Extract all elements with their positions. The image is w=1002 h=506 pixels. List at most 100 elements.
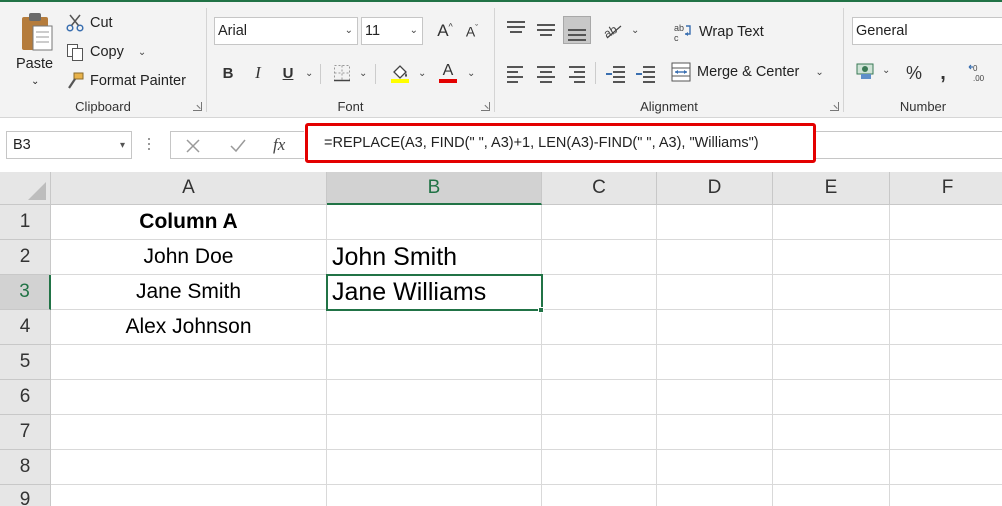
cell-b3[interactable]: Jane Williams: [327, 275, 542, 310]
font-size-select[interactable]: 11 ⌄: [361, 17, 423, 45]
increase-indent-button[interactable]: [635, 62, 657, 84]
cell-a2[interactable]: John Doe: [51, 240, 327, 275]
cell-empty[interactable]: [542, 450, 657, 485]
bold-button[interactable]: B: [217, 62, 239, 84]
number-format-select[interactable]: General: [852, 17, 1002, 45]
percent-style-button[interactable]: %: [903, 62, 925, 84]
cell-empty[interactable]: [327, 310, 542, 345]
cut-button[interactable]: Cut: [66, 14, 113, 32]
top-align-button[interactable]: [505, 18, 527, 40]
cell-empty[interactable]: [773, 345, 890, 380]
wrap-text-button[interactable]: ab c Wrap Text: [673, 22, 764, 42]
align-left-button[interactable]: [505, 62, 527, 84]
cell-empty[interactable]: [542, 345, 657, 380]
copy-button[interactable]: Copy ⌄: [66, 43, 146, 61]
formula-input[interactable]: =REPLACE(A3, FIND(" ", A3)+1, LEN(A3)-FI…: [305, 123, 816, 163]
cell-empty[interactable]: [327, 205, 542, 240]
insert-function-icon[interactable]: fx: [273, 135, 285, 155]
cell-empty[interactable]: [657, 275, 773, 310]
row-header-6[interactable]: 6: [0, 380, 51, 415]
row-header-3[interactable]: 3: [0, 275, 51, 310]
cell-empty[interactable]: [327, 380, 542, 415]
cell-empty[interactable]: [657, 380, 773, 415]
bottom-align-button[interactable]: [563, 16, 591, 44]
fill-handle[interactable]: [538, 307, 544, 313]
column-header-c[interactable]: C: [542, 172, 657, 205]
font-color-button[interactable]: A: [437, 62, 459, 84]
borders-button[interactable]: [331, 62, 353, 84]
cell-empty[interactable]: [773, 275, 890, 310]
cell-empty[interactable]: [542, 310, 657, 345]
cell-empty[interactable]: [773, 450, 890, 485]
orientation-button[interactable]: ab ⌄: [603, 20, 639, 40]
row-header-2[interactable]: 2: [0, 240, 51, 275]
cell-empty[interactable]: [542, 485, 657, 506]
cell-empty[interactable]: [773, 310, 890, 345]
cell-empty[interactable]: [657, 485, 773, 506]
cell-empty[interactable]: [327, 485, 542, 506]
cell-empty[interactable]: [657, 205, 773, 240]
row-header-4[interactable]: 4: [0, 310, 51, 345]
formula-input-extension[interactable]: [816, 131, 1002, 159]
cell-empty[interactable]: [542, 415, 657, 450]
clipboard-dialog-launcher-icon[interactable]: [193, 102, 202, 111]
column-header-e[interactable]: E: [773, 172, 890, 205]
cell-empty[interactable]: [890, 240, 1002, 275]
format-painter-button[interactable]: Format Painter: [66, 72, 186, 90]
comma-style-button[interactable]: ,: [932, 62, 954, 84]
column-header-f[interactable]: F: [890, 172, 1002, 205]
row-header-1[interactable]: 1: [0, 205, 51, 240]
align-right-button[interactable]: [565, 62, 587, 84]
italic-button[interactable]: I: [247, 62, 269, 84]
cell-empty[interactable]: [890, 380, 1002, 415]
cell-empty[interactable]: [51, 415, 327, 450]
cell-empty[interactable]: [51, 345, 327, 380]
cell-a1[interactable]: Column A: [51, 205, 327, 240]
cell-empty[interactable]: [773, 485, 890, 506]
row-header-5[interactable]: 5: [0, 345, 51, 380]
font-dialog-launcher-icon[interactable]: [481, 102, 490, 111]
column-header-d[interactable]: D: [657, 172, 773, 205]
cell-a3[interactable]: Jane Smith: [51, 275, 327, 310]
row-header-9[interactable]: 9: [0, 485, 51, 506]
align-center-button[interactable]: [535, 62, 557, 84]
fill-color-button[interactable]: [389, 62, 411, 84]
middle-align-button[interactable]: [535, 18, 557, 40]
underline-dropdown-icon[interactable]: ⌄: [305, 68, 313, 79]
row-header-7[interactable]: 7: [0, 415, 51, 450]
cell-empty[interactable]: [657, 345, 773, 380]
cell-empty[interactable]: [890, 275, 1002, 310]
fill-color-dropdown-icon[interactable]: ⌄: [418, 68, 426, 79]
font-color-dropdown-icon[interactable]: ⌄: [467, 68, 475, 79]
accounting-format-button[interactable]: ⌄: [856, 60, 890, 80]
merge-center-dropdown-icon[interactable]: ⌄: [815, 67, 823, 78]
name-box[interactable]: B3 ▾: [6, 131, 132, 159]
cell-empty[interactable]: [657, 310, 773, 345]
cell-empty[interactable]: [773, 240, 890, 275]
cell-empty[interactable]: [657, 240, 773, 275]
cell-empty[interactable]: [773, 415, 890, 450]
cell-empty[interactable]: [890, 485, 1002, 506]
column-header-b[interactable]: B: [327, 172, 542, 205]
cell-empty[interactable]: [890, 310, 1002, 345]
cell-empty[interactable]: [51, 485, 327, 506]
row-header-8[interactable]: 8: [0, 450, 51, 485]
cell-empty[interactable]: [327, 415, 542, 450]
decrease-font-size-button[interactable]: Aˇ: [460, 20, 484, 42]
borders-dropdown-icon[interactable]: ⌄: [359, 68, 367, 79]
cell-b2[interactable]: John Smith: [327, 240, 542, 275]
paste-dropdown-icon[interactable]: ⌄: [31, 76, 39, 87]
decrease-indent-button[interactable]: [605, 62, 627, 84]
cell-empty[interactable]: [890, 450, 1002, 485]
font-name-select[interactable]: Arial ⌄: [214, 17, 358, 45]
cell-empty[interactable]: [890, 415, 1002, 450]
cell-a4[interactable]: Alex Johnson: [51, 310, 327, 345]
cell-empty[interactable]: [542, 275, 657, 310]
increase-font-size-button[interactable]: A^: [433, 20, 457, 42]
cell-empty[interactable]: [890, 345, 1002, 380]
cell-empty[interactable]: [51, 380, 327, 415]
cell-empty[interactable]: [327, 345, 542, 380]
cell-empty[interactable]: [327, 450, 542, 485]
underline-button[interactable]: U: [277, 62, 299, 84]
cell-empty[interactable]: [657, 450, 773, 485]
